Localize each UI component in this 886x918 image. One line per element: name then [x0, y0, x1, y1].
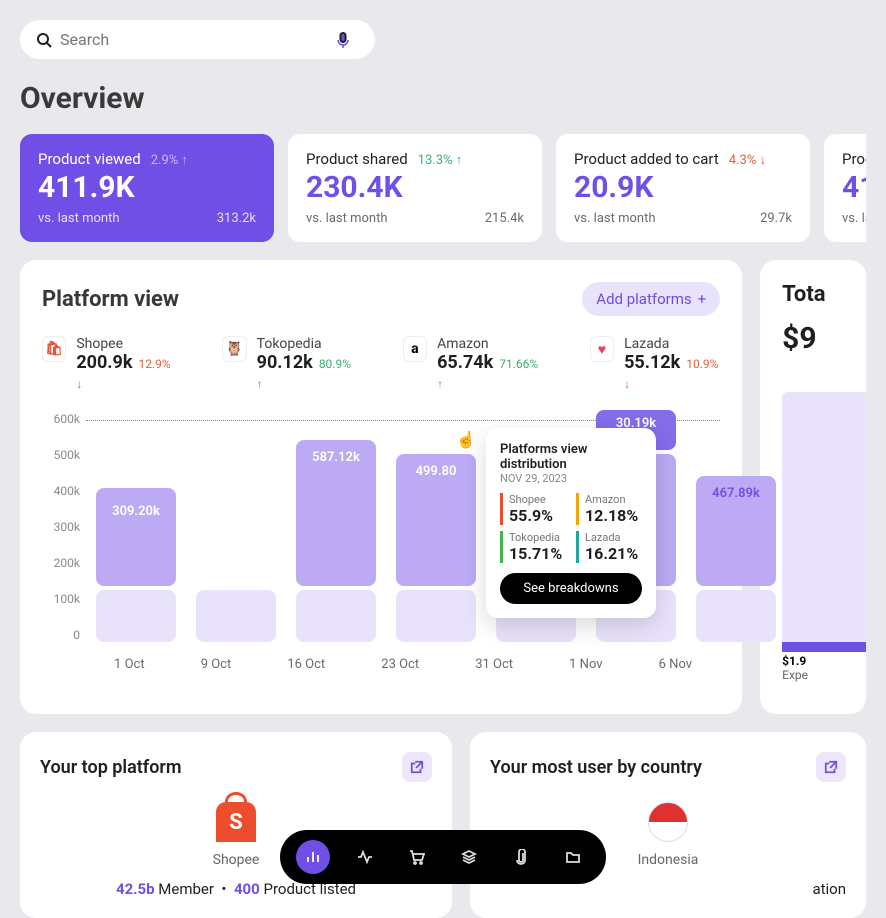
- chart-tooltip: Platforms view distribution NOV 29, 2023…: [486, 428, 656, 618]
- chart-x-axis: 1 Oct9 Oct16 Oct23 Oct31 Oct1 Nov6 Nov: [86, 657, 720, 672]
- dock-activity-icon[interactable]: [348, 840, 382, 874]
- chart-y-axis: 600k500k400k300k200k100k0: [42, 412, 86, 642]
- totals-value: $9: [782, 321, 844, 356]
- metric-card-product-shared[interactable]: Product shared13.3% ↑ 230.4K vs. last mo…: [288, 134, 542, 242]
- dock-cart-icon[interactable]: [400, 840, 434, 874]
- totals-panel: Tota $9 $1.9Expe: [760, 260, 866, 714]
- search-bar[interactable]: [20, 20, 375, 59]
- chart-bar[interactable]: 499.80: [396, 450, 476, 642]
- platform-tokopedia[interactable]: 🦉 Tokopedia90.12k80.9% ↑: [222, 336, 352, 392]
- dock-layers-icon[interactable]: [452, 840, 486, 874]
- dock-attachment-icon[interactable]: [504, 840, 538, 874]
- metric-card-product-viewed[interactable]: Product viewed2.9% ↑ 411.9K vs. last mon…: [20, 134, 274, 242]
- tokopedia-icon: 🦉: [222, 336, 246, 362]
- platform-shopee[interactable]: 🛍 Shopee200.9k12.9% ↓: [42, 336, 172, 392]
- top-platform-card: Your top platform S Shopee 42.5b Member …: [20, 732, 452, 918]
- bottom-dock: [280, 830, 606, 884]
- chart-bar[interactable]: 309.20k: [96, 484, 176, 642]
- platform-lazada[interactable]: ♥ Lazada55.12k10.9% ↓: [590, 336, 720, 392]
- add-platforms-button[interactable]: Add platforms+: [582, 282, 720, 316]
- amazon-icon: a: [403, 336, 427, 362]
- shopee-logo-large: S: [216, 802, 256, 842]
- shopee-icon: 🛍: [42, 336, 66, 362]
- search-input[interactable]: [60, 30, 335, 49]
- open-icon[interactable]: [816, 752, 846, 782]
- platforms-summary: 🛍 Shopee200.9k12.9% ↓ 🦉 Tokopedia90.12k8…: [42, 336, 720, 392]
- chart-bar[interactable]: 467.89k: [696, 472, 776, 642]
- plus-icon: +: [698, 290, 707, 308]
- platform-view-title: Platform view: [42, 287, 179, 312]
- metric-card-added-to-cart[interactable]: Product added to cart4.3% ↓ 20.9K vs. la…: [556, 134, 810, 242]
- platform-amazon[interactable]: a Amazon65.74k71.66% ↑: [403, 336, 540, 392]
- totals-title: Tota: [782, 282, 844, 307]
- open-icon[interactable]: [402, 752, 432, 782]
- see-breakdowns-button[interactable]: See breakdowns: [500, 573, 642, 604]
- dock-analytics-icon[interactable]: [296, 840, 330, 874]
- platform-view-chart: 600k500k400k300k200k100k0 ☝ 309.20k 587.…: [42, 412, 720, 692]
- lazada-icon: ♥: [590, 336, 614, 362]
- page-title: Overview: [20, 81, 866, 116]
- metric-cards-row: Product viewed2.9% ↑ 411.9K vs. last mon…: [20, 134, 866, 242]
- top-country-card: Your most user by country Indonesia atio…: [470, 732, 866, 918]
- chart-bar[interactable]: [196, 586, 276, 642]
- dock-folder-icon[interactable]: [556, 840, 590, 874]
- metric-card-cutoff[interactable]: Product 410.5 vs. last m: [824, 134, 866, 242]
- indonesia-flag-icon: [648, 802, 688, 842]
- totals-bar: $1.9Expe: [782, 392, 866, 652]
- platform-view-panel: Platform view Add platforms+ 🛍 Shopee200…: [20, 260, 742, 714]
- cursor-icon: ☝: [456, 430, 476, 449]
- search-icon: [36, 32, 52, 48]
- mic-icon[interactable]: [335, 32, 351, 48]
- chart-bar[interactable]: 587.12k: [296, 436, 376, 642]
